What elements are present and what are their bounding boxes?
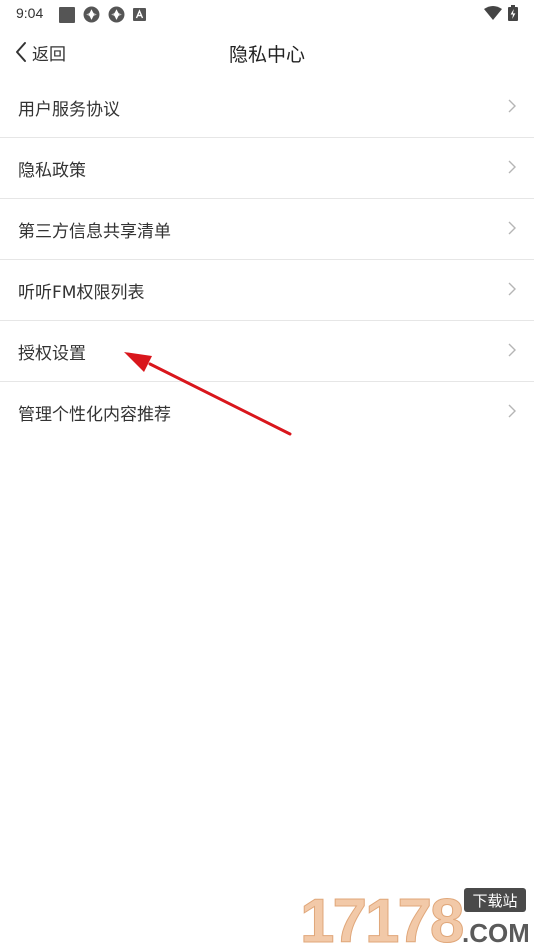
notification-icons xyxy=(59,6,146,23)
watermark-number: 17178 xyxy=(300,887,463,946)
status-bar: 9:04 xyxy=(0,0,534,28)
menu-item-personalized-recommendation[interactable]: 管理个性化内容推荐 xyxy=(0,382,534,442)
chevron-right-icon xyxy=(508,99,516,113)
sync-notification-icon-2 xyxy=(108,6,125,23)
menu-item-user-agreement[interactable]: 用户服务协议 xyxy=(0,77,534,138)
menu-item-privacy-policy[interactable]: 隐私政策 xyxy=(0,138,534,199)
nav-bar: 返回 隐私中心 xyxy=(0,28,534,76)
privacy-menu-list: 用户服务协议 隐私政策 第三方信息共享清单 听听FM权限列表 授权设置 管理个性… xyxy=(0,77,534,442)
status-time: 9:04 xyxy=(16,5,44,21)
menu-item-authorization-settings[interactable]: 授权设置 xyxy=(0,321,534,382)
chevron-right-icon xyxy=(508,221,516,235)
menu-item-label: 隐私政策 xyxy=(18,161,86,181)
battery-charging-icon xyxy=(508,5,518,21)
menu-item-permission-list[interactable]: 听听FM权限列表 xyxy=(0,260,534,321)
menu-item-label: 管理个性化内容推荐 xyxy=(18,405,171,425)
gallery-notification-icon xyxy=(59,6,75,23)
menu-item-label: 第三方信息共享清单 xyxy=(18,222,171,242)
menu-item-label: 授权设置 xyxy=(18,344,86,364)
chevron-right-icon xyxy=(508,343,516,357)
sync-notification-icon xyxy=(83,6,100,23)
system-icons xyxy=(484,5,518,21)
watermark-domain: .COM xyxy=(462,918,528,946)
wifi-icon xyxy=(484,6,502,20)
chevron-right-icon xyxy=(508,160,516,174)
menu-item-label: 听听FM权限列表 xyxy=(18,283,145,303)
menu-item-label: 用户服务协议 xyxy=(18,100,120,120)
watermark-logo: 17178 下载站 .COM xyxy=(300,887,528,947)
chevron-right-icon xyxy=(508,404,516,418)
menu-item-third-party-sharing[interactable]: 第三方信息共享清单 xyxy=(0,199,534,260)
watermark-tag: 下载站 xyxy=(472,892,517,910)
chevron-right-icon xyxy=(508,282,516,296)
app-notification-icon xyxy=(133,8,146,21)
page-title: 隐私中心 xyxy=(228,44,305,66)
